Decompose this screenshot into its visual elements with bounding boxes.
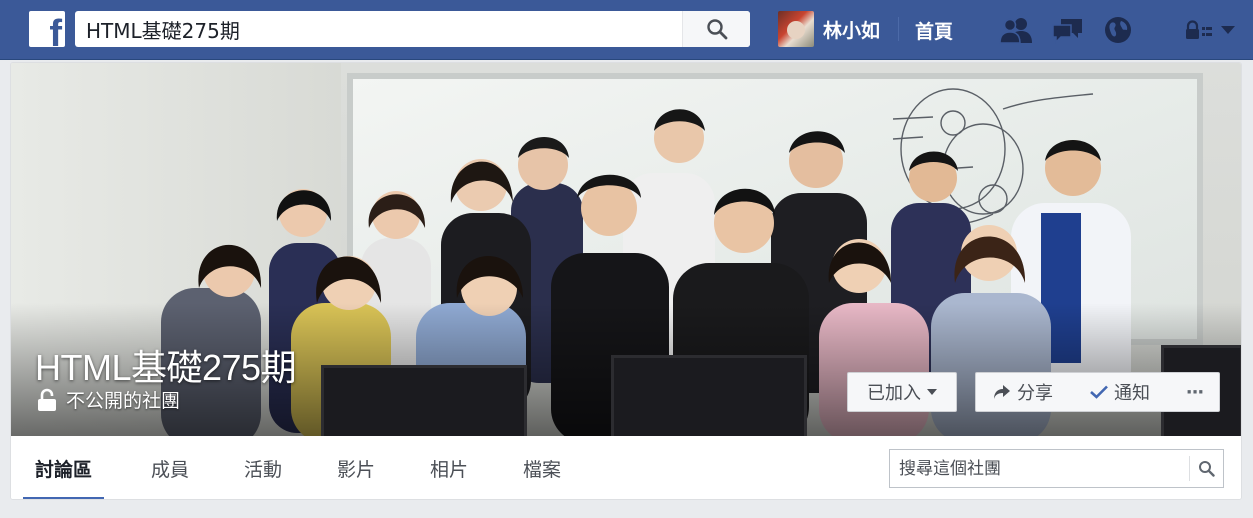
tab-label: 檔案 [523,458,562,481]
privacy-shortcuts-button[interactable] [1182,15,1216,45]
facebook-logo[interactable]: f [29,11,65,47]
avatar [778,11,814,47]
profile-name: 林小如 [823,19,881,42]
friend-requests-icon [999,18,1032,44]
share-button[interactable]: 分享 [975,372,1071,412]
group-search-button[interactable] [1189,456,1223,481]
tab-label: 活動 [244,458,283,481]
nav-divider [898,17,899,41]
tab-discussion[interactable]: 討論區 [23,436,105,499]
more-options-icon: ··· [1185,381,1204,403]
search-icon [1199,461,1215,477]
account-menu-button[interactable] [1216,15,1240,45]
global-search-input[interactable] [75,11,681,47]
share-arrow-icon [994,385,1010,399]
account-menu-chevron-icon [1221,26,1235,34]
global-search-button[interactable] [682,11,750,47]
tab-videos[interactable]: 影片 [337,436,376,499]
messages-icon [1052,19,1082,44]
cover-photo[interactable]: HTML基礎275期 不公開的社團 已加入 分享 通知 ··· [11,63,1241,436]
joined-button-label: 已加入 [867,383,921,404]
tab-label: 影片 [337,458,376,481]
more-options-button[interactable]: ··· [1170,372,1220,412]
tab-label: 討論區 [35,458,93,481]
cover-photo-monitor [321,365,527,436]
facebook-logo-letter: f [49,13,62,47]
group-privacy: 不公開的社團 [37,386,180,413]
unlocked-padlock-icon [38,388,56,411]
tab-label: 相片 [430,458,469,481]
profile-link[interactable]: 林小如 [778,11,880,47]
group-privacy-label: 不公開的社團 [66,390,181,412]
cover-photo-monitor [611,355,807,436]
group-search-box [889,449,1224,488]
chevron-down-icon [927,389,937,395]
notifications-globe-icon [1105,17,1131,43]
joined-button[interactable]: 已加入 [847,372,957,412]
tab-files[interactable]: 檔案 [523,436,562,499]
tab-events[interactable]: 活動 [244,436,283,499]
home-link[interactable]: 首頁 [915,17,953,44]
notifications-button[interactable] [1101,15,1135,45]
notifications-button[interactable]: 通知 [1070,372,1171,412]
notifications-button-label: 通知 [1114,383,1150,404]
top-navigation-bar: f 林小如 首頁 [0,0,1253,60]
group-header-card: HTML基礎275期 不公開的社團 已加入 分享 通知 ··· 討論區 成員 活… [10,62,1242,500]
tab-label: 成員 [151,458,190,481]
share-button-label: 分享 [1017,383,1053,404]
global-search-box [75,11,750,47]
search-icon [706,19,727,40]
group-tabs: 討論區 成員 活動 影片 相片 檔案 [11,436,1241,499]
friend-requests-button[interactable] [999,15,1033,45]
group-name[interactable]: HTML基礎275期 [35,339,297,391]
tab-photos[interactable]: 相片 [430,436,469,499]
privacy-shortcuts-icon [1186,20,1212,39]
messages-button[interactable] [1051,15,1085,45]
group-search-input[interactable] [890,450,1186,487]
checkmark-icon [1090,385,1108,399]
tab-members[interactable]: 成員 [151,436,190,499]
